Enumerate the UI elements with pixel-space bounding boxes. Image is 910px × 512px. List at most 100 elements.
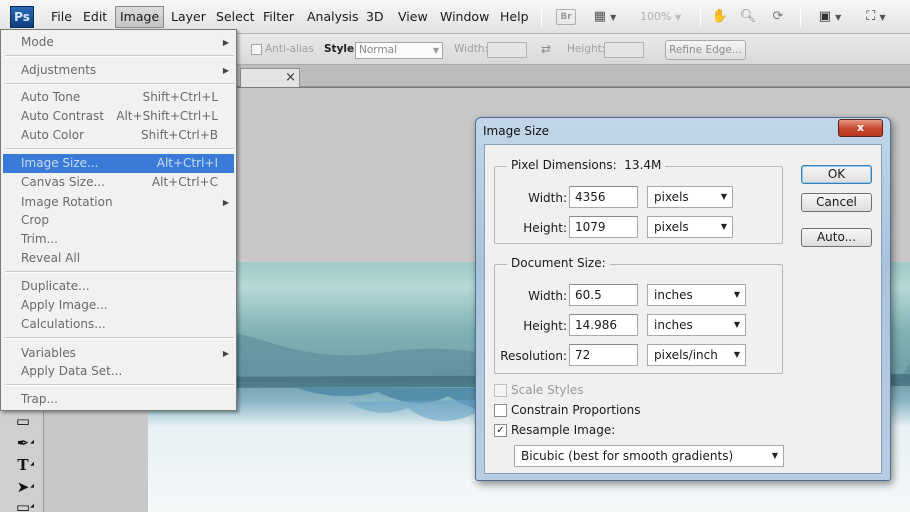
pixel-dimensions-title: Pixel Dimensions: 13.4M (507, 158, 666, 172)
chevron-down-icon: ▼ (432, 46, 439, 55)
menu-help[interactable]: Help (495, 8, 534, 28)
menu-analysis[interactable]: Analysis (302, 8, 364, 28)
resample-method-select[interactable]: Bicubic (best for smooth gradients) ▼ (514, 445, 784, 467)
menu-separator (5, 55, 234, 57)
resample-method-value: Bicubic (best for smooth gradients) (521, 449, 734, 463)
rectangle-tool-icon[interactable]: ▭ ◢ (10, 497, 36, 512)
view-extras-icon[interactable]: ▦ ▼ (588, 7, 622, 27)
pixel-height-label: Height: (523, 221, 567, 235)
menu-item-image-size[interactable]: Image Size... Alt+Ctrl+I (3, 154, 234, 173)
menu-item-label: Auto Tone (21, 90, 81, 104)
menu-item-variables[interactable]: Variables ▶ (3, 344, 234, 363)
pixel-width-label: Width: (528, 191, 567, 205)
menu-item-calculations[interactable]: Calculations... (3, 315, 234, 334)
pixel-width-input[interactable]: 4356 (569, 186, 638, 208)
document-size-group: Document Size: Width: 60.5 inches ▼ Heig… (494, 256, 783, 374)
screen-mode-icon[interactable]: ⛶ ▼ (858, 7, 894, 27)
menu-item-image-rotation[interactable]: Image Rotation ▶ (3, 193, 234, 212)
resolution-unit-select[interactable]: pixels/inch ▼ (647, 344, 746, 366)
ok-button[interactable]: OK (801, 165, 872, 184)
type-tool-icon[interactable]: T ◢ (10, 455, 36, 475)
auto-button[interactable]: Auto... (801, 228, 872, 247)
menu-item-label: Adjustments (21, 63, 97, 77)
scale-styles-checkbox[interactable] (494, 384, 507, 397)
menu-item-crop[interactable]: Crop (3, 211, 234, 230)
menu-item-label: Duplicate... (21, 279, 90, 293)
menu-file[interactable]: File (46, 8, 77, 28)
pen-tool-icon[interactable]: ✒ ◢ (10, 433, 36, 453)
menu-separator (5, 83, 234, 85)
unit-value: inches (654, 288, 693, 302)
chevron-down-icon: ▼ (733, 320, 740, 329)
menu-item-apply-image[interactable]: Apply Image... (3, 296, 234, 315)
zoom-level[interactable]: 100% ▼ (640, 10, 681, 23)
style-value: Normal (359, 44, 397, 56)
menu-item-label: Reveal All (21, 251, 81, 265)
pixel-height-input[interactable]: 1079 (569, 216, 638, 238)
submenu-arrow-icon: ▶ (222, 349, 229, 358)
path-selection-tool-icon[interactable]: ➤ ◢ (10, 477, 36, 497)
menu-view[interactable]: View (393, 8, 433, 28)
cancel-button[interactable]: Cancel (801, 193, 872, 212)
dialog-body: Pixel Dimensions: 13.4M Width: 4356 pixe… (484, 144, 882, 474)
pixel-height-unit-select[interactable]: pixels ▼ (647, 216, 733, 238)
doc-width-label: Width: (528, 289, 567, 303)
dialog-close-button[interactable]: x (838, 119, 883, 137)
menu-window[interactable]: Window (435, 8, 494, 28)
anti-alias-checkbox[interactable] (251, 44, 262, 55)
close-icon[interactable]: × (285, 69, 296, 86)
style-select[interactable]: Normal ▼ (355, 42, 443, 59)
image-menu-dropdown: Mode ▶ Adjustments ▶ Auto Tone Shift+Ctr… (0, 29, 237, 411)
menu-item-auto-contrast[interactable]: Auto Contrast Alt+Shift+Ctrl+L (3, 107, 234, 126)
constrain-proportions-checkbox[interactable] (494, 404, 507, 417)
bridge-icon[interactable]: Br (556, 9, 576, 25)
menu-3d[interactable]: 3D (361, 8, 389, 28)
pixel-dimensions-group: Pixel Dimensions: 13.4M Width: 4356 pixe… (494, 158, 783, 244)
resolution-input[interactable]: 72 (569, 344, 638, 366)
menu-item-auto-tone[interactable]: Auto Tone Shift+Ctrl+L (3, 88, 234, 107)
menu-item-trap[interactable]: Trap... (3, 390, 234, 409)
pixel-width-unit-select[interactable]: pixels ▼ (647, 186, 733, 208)
hand-tool-icon[interactable]: ✋ (710, 7, 730, 27)
menu-filter[interactable]: Filter (258, 8, 299, 28)
dialog-title: Image Size (483, 124, 550, 138)
chevron-down-icon: ▼ (720, 222, 727, 231)
document-tab[interactable]: × (240, 68, 300, 87)
menu-item-auto-color[interactable]: Auto Color Shift+Ctrl+B (3, 126, 234, 145)
refine-edge-button[interactable]: Refine Edge... (665, 40, 746, 60)
resample-image-checkbox[interactable]: ✓ (494, 424, 507, 437)
menu-select[interactable]: Select (211, 8, 260, 28)
menu-item-duplicate[interactable]: Duplicate... (3, 277, 234, 296)
pixel-dimensions-size: 13.4M (624, 158, 662, 172)
menu-layer[interactable]: Layer (166, 8, 211, 28)
doc-width-input[interactable]: 60.5 (569, 284, 638, 306)
zoom-tool-icon[interactable]: 🔍︎ (738, 7, 758, 27)
chevron-down-icon: ▼ (720, 192, 727, 201)
menu-item-trim[interactable]: Trim... (3, 230, 234, 249)
menu-shortcut: Alt+Ctrl+C (151, 175, 218, 189)
rotate-view-icon[interactable]: ⟳ (768, 7, 788, 27)
menu-item-mode[interactable]: Mode ▶ (3, 33, 234, 52)
menu-item-adjustments[interactable]: Adjustments ▶ (3, 61, 234, 80)
menu-separator (5, 384, 234, 386)
menu-image[interactable]: Image (115, 6, 165, 28)
swap-icon[interactable]: ⇄ (541, 42, 551, 56)
doc-width-unit-select[interactable]: inches ▼ (647, 284, 746, 306)
width-field[interactable] (487, 42, 527, 58)
menu-separator (5, 271, 234, 273)
unit-value: pixels/inch (654, 348, 718, 362)
arrange-documents-icon[interactable]: ▣ ▼ (812, 7, 848, 27)
separator (800, 7, 801, 27)
menu-item-apply-data-set[interactable]: Apply Data Set... (3, 362, 234, 381)
height-field[interactable] (604, 42, 644, 58)
menu-edit[interactable]: Edit (78, 8, 112, 28)
menu-item-reveal-all[interactable]: Reveal All (3, 249, 234, 268)
eraser-tool-icon[interactable]: ▭ (10, 411, 36, 431)
doc-height-unit-select[interactable]: inches ▼ (647, 314, 746, 336)
menu-item-canvas-size[interactable]: Canvas Size... Alt+Ctrl+C (3, 173, 234, 192)
unit-value: pixels (654, 220, 689, 234)
chevron-down-icon: ▼ (733, 350, 740, 359)
menu-item-label: Image Size... (21, 156, 99, 170)
unit-value: inches (654, 318, 693, 332)
doc-height-input[interactable]: 14.986 (569, 314, 638, 336)
